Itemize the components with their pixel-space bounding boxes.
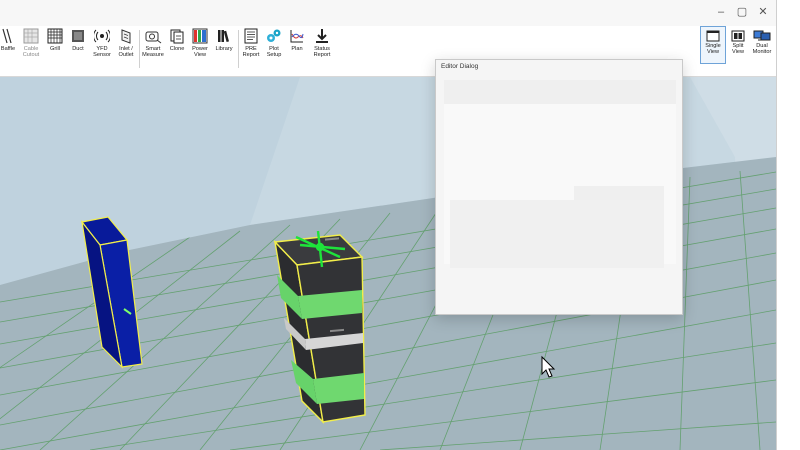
sensor-icon [94,29,110,43]
inlet-outlet-label: Inlet / Outlet [118,46,134,59]
dialog-title: Editor Dialog [441,63,479,70]
yfd-sensor-label: YFD Sensor [93,46,111,59]
smart-measure-icon [145,31,162,44]
clone-button[interactable]: Clone [168,28,186,52]
grill-button[interactable]: Grill [46,28,64,52]
plot-setup-label: Plot Setup [266,46,282,59]
dialog-header-area [444,80,676,104]
power-view-label: Power View [192,46,208,59]
split-view-icon [731,30,745,42]
plan-icon [290,30,304,43]
mouse-cursor-icon [541,355,556,378]
single-view-button[interactable]: Single View [700,26,726,64]
duct-button[interactable]: Duct [69,28,87,52]
plot-setup-button[interactable]: Plot Setup [264,28,284,59]
plan-button[interactable]: Plan [288,28,306,52]
clone-label: Clone [169,46,185,52]
dialog-panel [450,200,664,268]
window-titlebar: – ▢ ✕ [0,0,776,27]
editor-dialog[interactable]: Editor Dialog [435,59,683,315]
dual-monitor-label: Dual Monitor [752,43,772,56]
dual-monitor-icon [753,30,771,41]
baffle-button[interactable]: Baffle [0,28,16,52]
maximize-button[interactable]: ▢ [731,3,753,21]
plot-setup-icon [267,29,281,42]
power-view-button[interactable]: Power View [190,28,210,59]
status-report-label: Status Report [313,46,331,59]
baffle-label: Baffle [0,46,16,52]
status-report-button[interactable]: Status Report [310,28,334,59]
cable-cutout-icon [23,28,39,44]
toolbar-separator [238,30,239,68]
baffle-icon [2,28,12,44]
pre-report-icon [244,28,258,44]
right-scroll-strip [776,0,800,450]
cable-cutout-button[interactable]: Cable Cutout [20,28,42,59]
single-view-icon [706,30,720,42]
duct-label: Duct [72,46,84,52]
single-view-label: Single View [705,43,721,56]
dual-monitor-button[interactable]: Dual Monitor [750,27,774,63]
yfd-sensor-button[interactable]: YFD Sensor [92,28,112,59]
split-view-label: Split View [731,43,745,56]
power-view-icon [192,28,208,44]
pre-report-label: PRE Report [242,46,260,59]
split-view-button[interactable]: Split View [726,27,750,63]
close-button[interactable]: ✕ [752,3,774,21]
duct-icon [72,30,84,42]
pre-report-button[interactable]: PRE Report [241,28,261,59]
grill-label: Grill [50,46,60,52]
inlet-outlet-icon [121,29,131,44]
grill-icon [47,28,63,44]
smart-measure-button[interactable]: Smart Measure [142,28,164,59]
library-label: Library [215,46,233,52]
toolbar-separator [139,30,140,68]
plan-label: Plan [291,46,303,52]
inlet-outlet-button[interactable]: Inlet / Outlet [116,28,136,59]
status-report-icon [316,29,328,43]
library-button[interactable]: Library [214,28,234,52]
minimize-button[interactable]: – [710,3,732,21]
smart-measure-label: Smart Measure [142,46,164,59]
clone-icon [170,29,184,44]
library-icon [218,30,230,43]
cable-cutout-label: Cable Cutout [22,46,40,59]
